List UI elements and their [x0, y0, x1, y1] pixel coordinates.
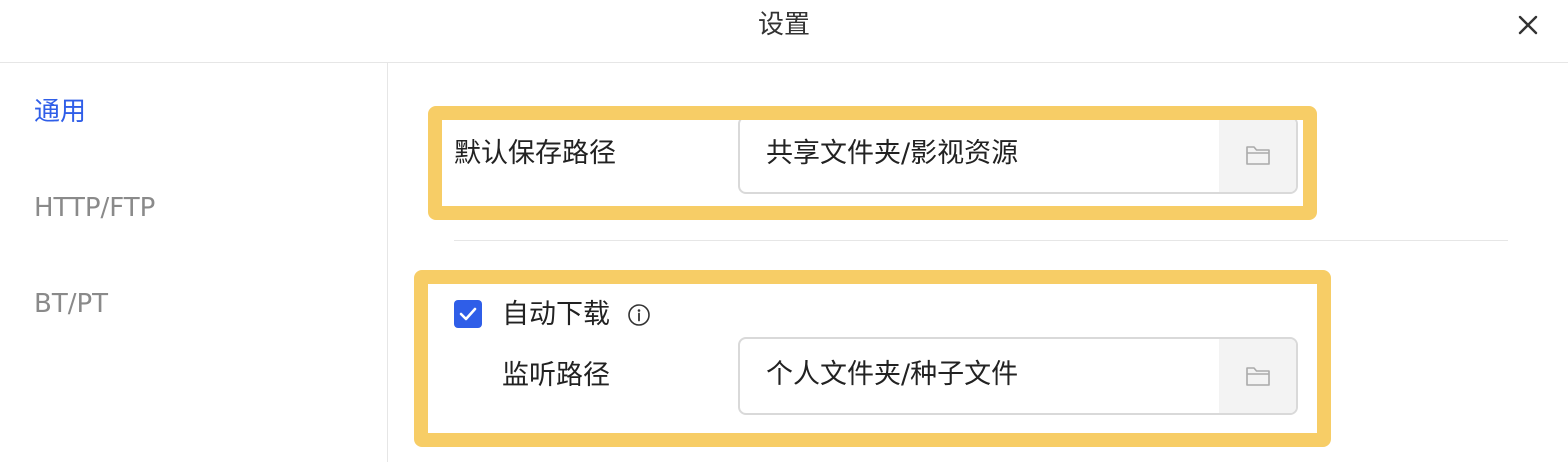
watch-path-browse-button[interactable]	[1219, 339, 1296, 413]
section-divider	[454, 240, 1508, 241]
checkmark-icon	[459, 307, 477, 321]
sidebar-item-general[interactable]: 通用	[34, 95, 86, 129]
sidebar-item-http-ftp[interactable]: HTTP/FTP	[34, 191, 155, 225]
default-path-label: 默认保存路径	[454, 138, 616, 169]
settings-sidebar: 通用 HTTP/FTP BT/PT	[0, 63, 388, 462]
sidebar-item-bt-pt[interactable]: BT/PT	[34, 287, 108, 321]
default-path-field[interactable]: 共享文件夹/影视资源	[738, 116, 1298, 194]
folder-icon	[1245, 367, 1270, 386]
dialog-title: 设置	[757, 10, 810, 40]
default-path-value: 共享文件夹/影视资源	[766, 138, 1019, 169]
dialog-header: 设置	[0, 0, 1568, 63]
close-icon[interactable]	[1512, 9, 1544, 41]
watch-path-field[interactable]: 个人文件夹/种子文件	[738, 337, 1298, 415]
watch-path-value: 个人文件夹/种子文件	[766, 359, 1019, 390]
info-icon[interactable]	[627, 303, 651, 327]
auto-download-checkbox[interactable]	[454, 300, 482, 328]
watch-path-label: 监听路径	[502, 360, 610, 391]
auto-download-label: 自动下载	[502, 299, 610, 330]
default-path-browse-button[interactable]	[1219, 118, 1296, 192]
folder-icon	[1245, 146, 1270, 165]
